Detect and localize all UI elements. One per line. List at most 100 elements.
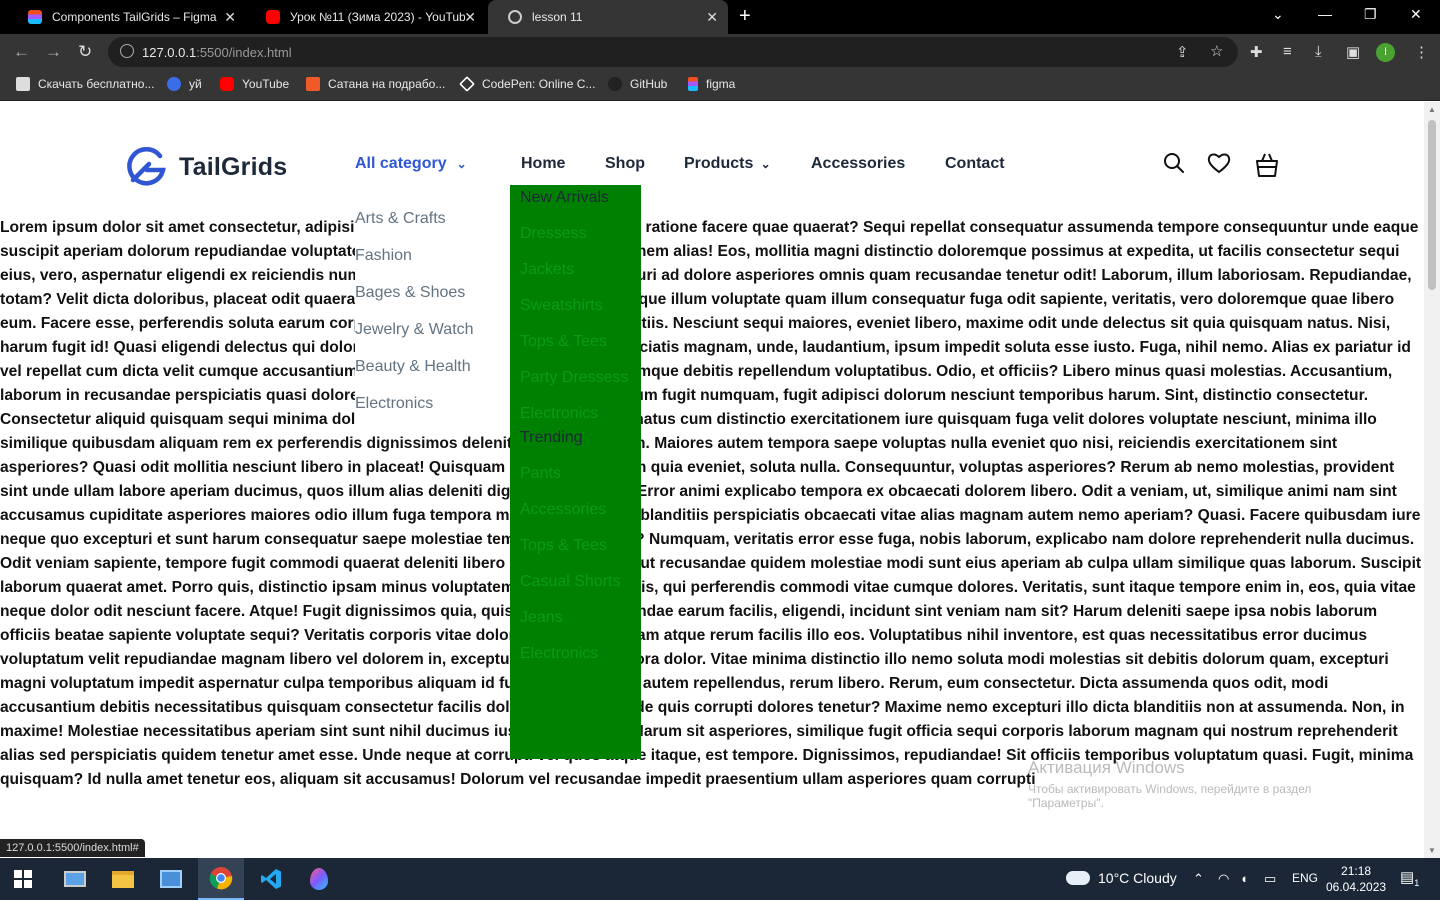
page-viewport: TailGrids All category ⌄ Home Shop Produ… (0, 102, 1424, 858)
nav-products[interactable]: Products ⌄ (684, 155, 771, 173)
star-icon[interactable]: ☆ (1210, 42, 1223, 60)
side-panel-icon[interactable]: ▣ (1346, 43, 1360, 61)
browser-toolbar: ← → ↻ 127.0.0.1:5500/index.html ⇪ ☆ ✚ ≡ … (0, 34, 1440, 70)
control-panel-icon (160, 870, 182, 888)
dropdown-item[interactable]: Jackets (520, 258, 631, 282)
tab-lesson[interactable]: lesson 11 ✕ (488, 0, 728, 34)
weather-widget[interactable]: 10°C Cloudy (1066, 870, 1177, 886)
language-indicator[interactable]: ENG (1292, 871, 1318, 885)
nav-accessories[interactable]: Accessories (811, 155, 905, 173)
tab-search-icon[interactable]: ⌄ (1272, 6, 1284, 23)
menu-icon[interactable]: ⋮ (1414, 43, 1429, 61)
dropdown-item[interactable]: Dressess (520, 222, 631, 246)
scroll-down-icon[interactable]: ▼ (1428, 846, 1436, 855)
reload-button[interactable]: ↻ (78, 42, 92, 62)
site-info-icon[interactable] (120, 44, 134, 58)
folder-icon (112, 870, 134, 888)
page-scrollbar[interactable]: ▲ ▼ (1424, 102, 1440, 858)
new-tab-button[interactable]: + (739, 5, 751, 28)
chevron-down-icon: ⌄ (456, 157, 467, 171)
bookmark-label: GitHub (630, 77, 668, 91)
dropdown-item[interactable]: New Arrivals (520, 186, 631, 210)
forward-button[interactable]: → (45, 42, 62, 62)
address-bar[interactable]: 127.0.0.1:5500/index.html ⇪ ☆ (108, 37, 1238, 67)
nav-home[interactable]: Home (521, 155, 565, 173)
dropdown-item[interactable]: Tops & Tees (520, 330, 631, 354)
category-item[interactable]: Beauty & Health (355, 358, 510, 395)
tab-title: Урок №11 (Зима 2023) - YouTube (290, 10, 465, 24)
computer-icon (64, 871, 86, 887)
body-text: Lorem ipsum dolor sit amet consectetur, … (0, 219, 1422, 788)
bookmark-item[interactable]: уй (167, 77, 202, 91)
clock-date: 06.04.2023 (1326, 880, 1387, 894)
youtube-icon (220, 77, 234, 91)
status-url: 127.0.0.1:5500/index.html# (0, 839, 145, 857)
tab-figma[interactable]: Components TailGrids – Figma ✕ (8, 0, 246, 34)
dropdown-item[interactable]: Sweatshirts (520, 294, 631, 318)
volume-icon[interactable]: ◖ (1240, 871, 1248, 886)
category-item[interactable]: Bages & Shoes (355, 284, 510, 321)
bookmark-item[interactable]: GitHub (608, 77, 667, 91)
display-icon[interactable]: ▭ (1264, 871, 1276, 887)
dropdown-item[interactable]: Electronics (520, 642, 631, 666)
heart-icon[interactable] (1207, 152, 1231, 174)
taskbar-app-figma[interactable] (296, 858, 342, 900)
profile-avatar[interactable]: I (1376, 43, 1395, 62)
clock[interactable]: 21:18 06.04.2023 (1326, 863, 1386, 895)
bookmark-item[interactable]: Сатана на подрабо... (306, 77, 445, 91)
taskbar-app-explorer[interactable] (100, 858, 146, 900)
close-icon[interactable]: ✕ (464, 9, 476, 26)
cart-icon[interactable] (1254, 151, 1280, 179)
dropdown-item[interactable]: Pants (520, 462, 631, 486)
taskbar-app-chrome[interactable] (198, 858, 244, 900)
download-icon[interactable]: ⤓ (1315, 43, 1322, 60)
bookmark-item[interactable]: figma (688, 77, 735, 91)
bookmark-item[interactable]: Скачать бесплатно... (16, 77, 154, 91)
dropdown-item[interactable]: Casual Shorts (520, 570, 631, 594)
shield-icon (167, 77, 181, 91)
scrollbar-thumb[interactable] (1428, 120, 1436, 290)
cloud-icon (1066, 871, 1090, 885)
taskbar-app-computer[interactable] (52, 858, 98, 900)
category-item[interactable]: Fashion (355, 247, 510, 284)
tab-youtube[interactable]: Урок №11 (Зима 2023) - YouTube ✕ (246, 0, 486, 34)
search-icon[interactable] (1163, 152, 1185, 174)
nav-shop[interactable]: Shop (605, 155, 645, 173)
bookmark-label: уй (189, 77, 202, 91)
close-icon[interactable]: ✕ (706, 9, 718, 26)
reading-list-icon[interactable]: ≡ (1283, 43, 1292, 60)
dropdown-item[interactable]: Party Dressess (520, 366, 631, 390)
back-button[interactable]: ← (13, 42, 30, 62)
nav-contact[interactable]: Contact (945, 155, 1005, 173)
close-window-button[interactable]: ✕ (1410, 6, 1422, 23)
category-item[interactable]: Electronics (355, 395, 510, 432)
all-category-button[interactable]: All category ⌄ (355, 155, 467, 173)
tab-title: lesson 11 (532, 10, 583, 24)
minimize-button[interactable]: — (1318, 6, 1332, 22)
dropdown-item[interactable]: Trending (520, 426, 631, 450)
start-button[interactable] (0, 858, 46, 900)
taskbar: 10°C Cloudy ⌃ ◠ ◖ ▭ ENG 21:18 06.04.2023… (0, 858, 1440, 900)
dropdown-item[interactable]: Electronics (520, 402, 631, 426)
scroll-up-icon[interactable]: ▲ (1428, 105, 1436, 114)
dropdown-item[interactable]: Jeans (520, 606, 631, 630)
category-list: Arts & Crafts Fashion Bages & Shoes Jewe… (355, 207, 510, 432)
bookmark-item[interactable]: YouTube (220, 77, 289, 91)
chevron-up-icon[interactable]: ⌃ (1193, 871, 1204, 887)
bookmark-label: Сатана на подрабо... (328, 77, 446, 91)
network-icon[interactable]: ◠ (1218, 871, 1229, 887)
taskbar-app-vscode[interactable] (248, 858, 294, 900)
close-icon[interactable]: ✕ (224, 9, 236, 26)
restore-button[interactable]: ❐ (1364, 6, 1377, 23)
dropdown-item[interactable]: Accessories (520, 498, 631, 522)
dropdown-item[interactable]: Tops & Tees (520, 534, 631, 558)
bookmark-item[interactable]: CodePen: Online C... (459, 76, 595, 92)
extensions-icon[interactable]: ✚ (1250, 43, 1263, 61)
category-item[interactable]: Jewelry & Watch (355, 321, 510, 358)
category-item[interactable]: Arts & Crafts (355, 210, 510, 247)
share-icon[interactable]: ⇪ (1176, 43, 1189, 61)
logo[interactable]: TailGrids (125, 146, 287, 188)
taskbar-app-control-panel[interactable] (148, 858, 194, 900)
notification-icon[interactable]: ▤1 (1400, 868, 1419, 888)
bookmark-icon (306, 77, 320, 91)
